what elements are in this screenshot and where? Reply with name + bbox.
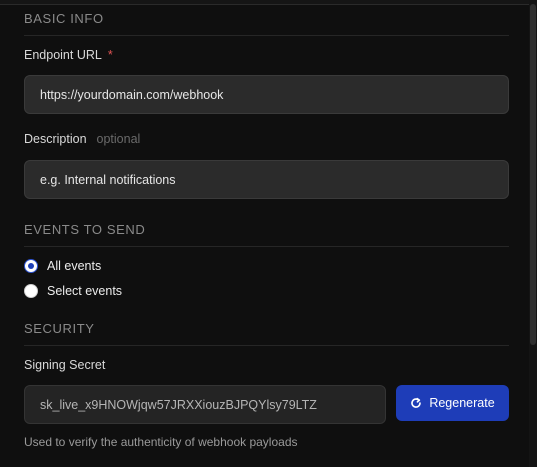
- signing-secret-field[interactable]: sk_live_x9HNOWjqw57JRXXiouzBJPQYlsy79LTZ: [24, 385, 386, 424]
- radio-checked-icon[interactable]: [24, 259, 38, 273]
- basic-info-divider: [24, 35, 509, 36]
- optional-tag: optional: [96, 132, 141, 146]
- top-edge: [0, 0, 537, 5]
- regenerate-label: Regenerate: [429, 396, 495, 410]
- signing-secret-help: Used to verify the authenticity of webho…: [24, 435, 298, 449]
- endpoint-url-label: Endpoint URL *: [24, 48, 113, 62]
- radio-select-events-label: Select events: [47, 284, 123, 298]
- required-marker: *: [107, 48, 113, 62]
- signing-secret-label: Signing Secret: [24, 358, 106, 372]
- scrollbar-track[interactable]: [529, 0, 537, 467]
- endpoint-url-input[interactable]: [24, 75, 509, 114]
- signing-secret-value: sk_live_x9HNOWjqw57JRXXiouzBJPQYlsy79LTZ: [40, 397, 317, 412]
- radio-all-events-label: All events: [47, 259, 102, 273]
- radio-select-events[interactable]: Select events: [24, 284, 122, 298]
- description-input[interactable]: [24, 160, 509, 199]
- description-label: Description optional: [24, 132, 140, 146]
- radio-all-events[interactable]: All events: [24, 259, 101, 273]
- security-divider: [24, 345, 509, 346]
- refresh-icon: [410, 397, 422, 409]
- scrollbar-thumb[interactable]: [530, 4, 536, 345]
- security-heading: SECURITY: [24, 321, 95, 336]
- description-label-text: Description: [24, 132, 87, 146]
- events-divider: [24, 246, 509, 247]
- events-heading: EVENTS TO SEND: [24, 222, 146, 237]
- endpoint-url-label-text: Endpoint URL: [24, 48, 102, 62]
- basic-info-heading: BASIC INFO: [24, 11, 104, 26]
- regenerate-button[interactable]: Regenerate: [396, 385, 509, 421]
- radio-unchecked-icon[interactable]: [24, 284, 38, 298]
